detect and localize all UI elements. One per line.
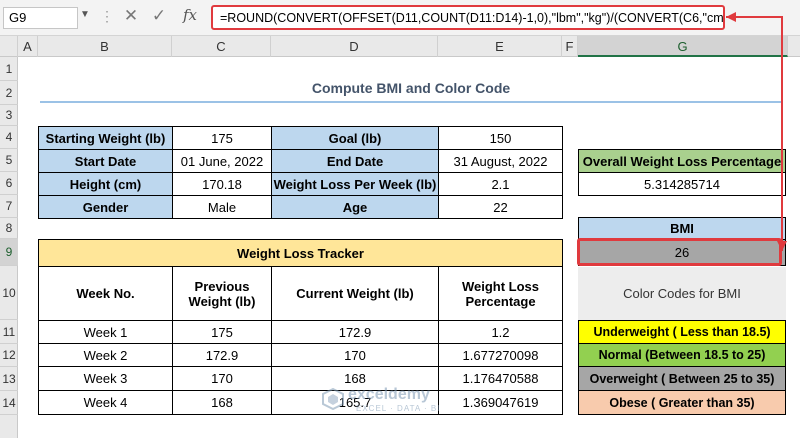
exceldemy-logo-icon [322, 388, 344, 410]
watermark-tagline: EXCEL · DATA · BI [356, 404, 441, 413]
watermark-name: exceldemy [348, 386, 430, 403]
annotation-arrow [726, 12, 787, 251]
